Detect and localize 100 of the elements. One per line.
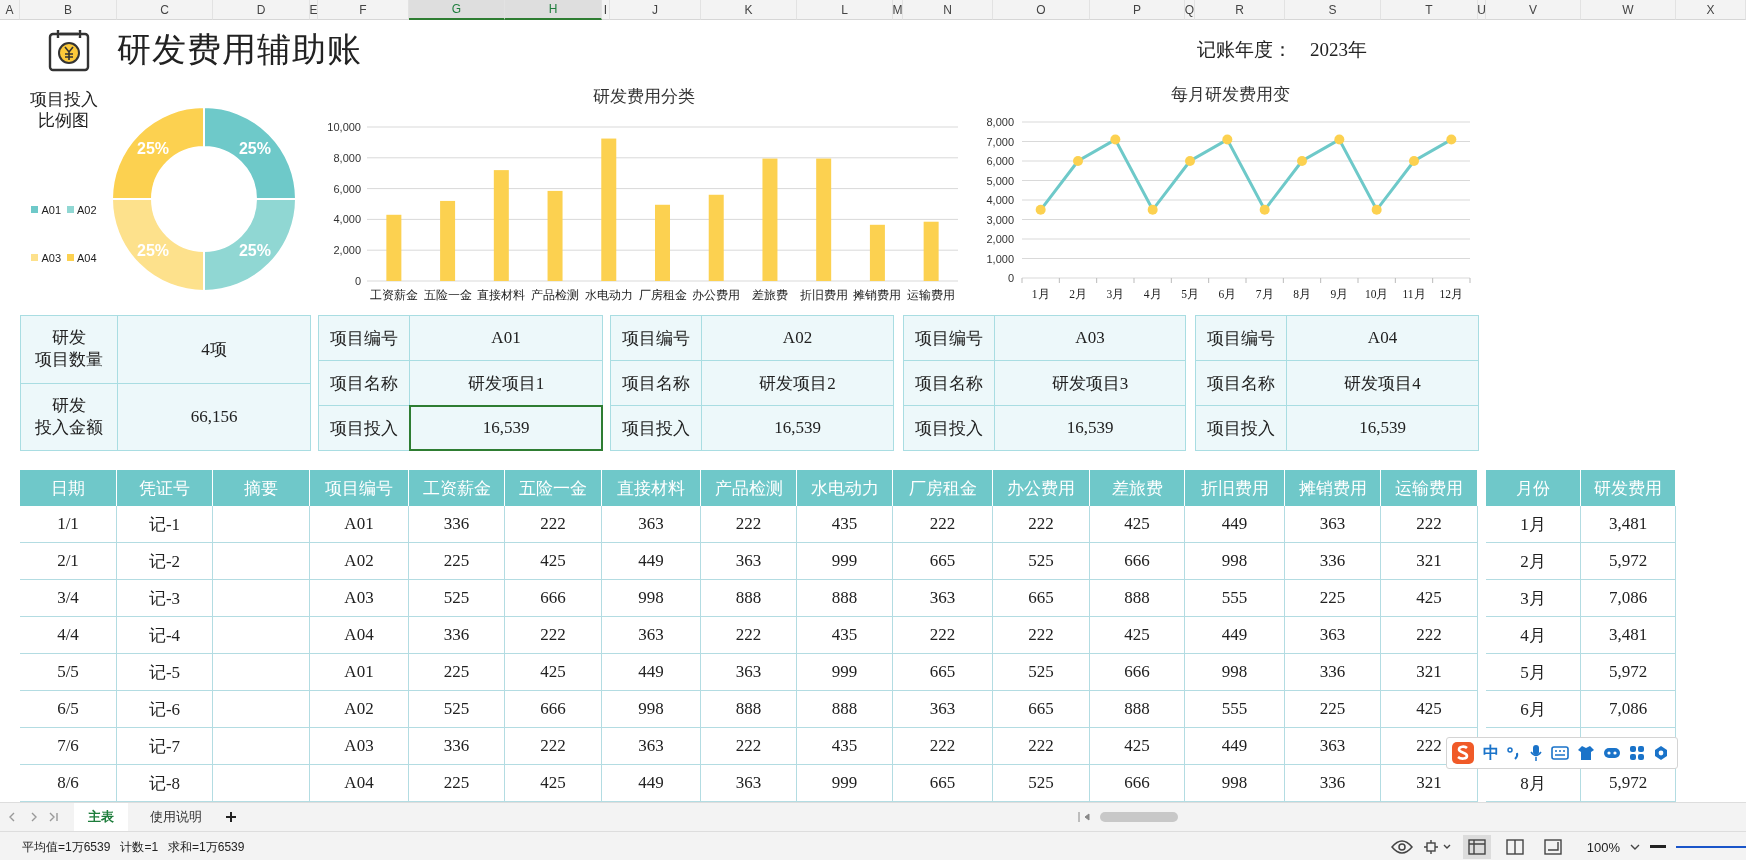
column-header[interactable]: B [20, 0, 117, 20]
axis-label: 8,000 [333, 151, 361, 164]
category-label: 厂房租金 [638, 289, 687, 301]
sheet-tab[interactable]: 使用说明 [136, 803, 216, 831]
column-header[interactable]: K [701, 0, 797, 20]
category-label: 7月 [1255, 288, 1274, 300]
eye-icon[interactable] [1390, 840, 1413, 854]
card-label: 项目投入 [610, 405, 702, 451]
column-heading: 运输费用 [1381, 470, 1478, 506]
column-heading: 工资薪金 [409, 470, 505, 506]
axis-label: 1,000 [986, 252, 1014, 265]
view-button[interactable] [1462, 835, 1491, 859]
column-heading: 月份 [1486, 470, 1581, 506]
axis-label: 10,000 [327, 121, 361, 133]
settings-icon[interactable] [1653, 745, 1669, 761]
card-value[interactable]: 16,539 [994, 405, 1186, 451]
card-label: 项目投入 [318, 405, 410, 451]
table-cell: 3月 [1486, 580, 1581, 617]
column-header[interactable]: S [1285, 0, 1381, 20]
column-header[interactable]: X [1676, 0, 1746, 20]
table-cell: A04 [310, 617, 409, 654]
category-label: 3月 [1106, 288, 1125, 300]
input-mode-toggle[interactable]: 中 [1483, 742, 1499, 764]
column-heading: 摊销费用 [1285, 470, 1381, 506]
column-header[interactable]: G [409, 0, 505, 20]
column-header[interactable]: A [0, 0, 20, 20]
column-header[interactable]: W [1581, 0, 1676, 20]
column-header[interactable]: R [1195, 0, 1285, 20]
column-header[interactable]: N [903, 0, 993, 20]
column-header[interactable]: J [610, 0, 701, 20]
card-value[interactable]: A03 [994, 315, 1186, 361]
column-heading: 凭证号 [117, 470, 213, 506]
column-header[interactable]: T [1381, 0, 1478, 20]
table-cell: 666 [505, 691, 602, 728]
table-cell: 888 [797, 580, 893, 617]
table-cell: 998 [602, 691, 701, 728]
table-cell: 363 [602, 506, 701, 543]
caret-icon[interactable] [1630, 843, 1640, 851]
scroll-left-icon[interactable] [1078, 811, 1092, 823]
column-header[interactable]: V [1486, 0, 1581, 20]
keyboard-icon[interactable] [1551, 746, 1569, 760]
card-value[interactable]: A02 [701, 315, 894, 361]
table-cell: 363 [602, 728, 701, 765]
table-cell: 425 [505, 654, 602, 691]
status-stat: 计数=1 [120, 838, 159, 856]
column-heading: 水电动力 [797, 470, 893, 506]
column-heading: 研发费用 [1581, 470, 1676, 506]
table-cell: 435 [797, 617, 893, 654]
ime-logo-icon[interactable] [1451, 741, 1475, 765]
table-cell: 7,086 [1581, 580, 1676, 617]
category-label: 2月 [1069, 288, 1087, 300]
card-value[interactable]: 16,539 [701, 405, 894, 451]
add-sheet-icon[interactable] [224, 810, 238, 824]
card-value[interactable]: A04 [1286, 315, 1479, 361]
column-heading: 折旧费用 [1185, 470, 1285, 506]
column-header[interactable]: C [117, 0, 213, 20]
card-value[interactable]: 16,539 [409, 405, 603, 451]
axis-label: 7,000 [986, 135, 1014, 148]
axis-label: 4,000 [333, 213, 361, 226]
table-cell: 888 [797, 691, 893, 728]
table-cell: 7,086 [1581, 691, 1676, 728]
table-cell: 222 [1381, 506, 1478, 543]
bar [386, 214, 402, 281]
zoom-level[interactable]: 100% [1586, 839, 1620, 855]
card-value[interactable]: A01 [409, 315, 603, 361]
gamepad-icon[interactable] [1603, 746, 1621, 760]
table-cell: 449 [1185, 728, 1285, 765]
punctuation-icon[interactable] [1507, 745, 1521, 761]
scrollbar-thumb[interactable] [1100, 812, 1178, 822]
focus-mode-icon[interactable] [1422, 839, 1453, 855]
table-cell: 222 [1381, 617, 1478, 654]
year-value: 2023年 [1310, 38, 1367, 62]
chart-title: 每月研发费用变 [1170, 85, 1290, 104]
column-header[interactable]: F [318, 0, 409, 20]
column-header[interactable]: P [1090, 0, 1185, 20]
column-header[interactable]: H [505, 0, 602, 20]
grid-icon[interactable] [1629, 745, 1645, 761]
category-label: 6月 [1218, 288, 1237, 300]
table-cell: 435 [797, 506, 893, 543]
table-cell: 222 [893, 617, 993, 654]
column-header[interactable]: D [213, 0, 310, 20]
table-cell: 425 [1090, 728, 1185, 765]
slice-label: 25% [238, 140, 271, 158]
card-value[interactable]: 16,539 [1286, 405, 1479, 451]
table-cell: 998 [1185, 654, 1285, 691]
table-cell: A03 [310, 580, 409, 617]
table-cell: A02 [310, 543, 409, 580]
sheet-tab[interactable]: 主表 [74, 803, 128, 831]
column-header[interactable]: O [993, 0, 1090, 20]
shirt-icon[interactable] [1577, 745, 1595, 761]
table-cell: 665 [993, 580, 1090, 617]
table-cell: 998 [1185, 543, 1285, 580]
table-cell: 999 [797, 543, 893, 580]
zoom-out-icon[interactable] [1650, 845, 1666, 849]
microphone-icon[interactable] [1529, 744, 1543, 762]
category-label: 工资薪金 [369, 289, 418, 301]
card-label: 项目数量 [35, 349, 103, 372]
axis-label: 2,000 [333, 244, 361, 257]
column-header[interactable]: L [797, 0, 893, 20]
column-heading: 日期 [20, 470, 117, 506]
